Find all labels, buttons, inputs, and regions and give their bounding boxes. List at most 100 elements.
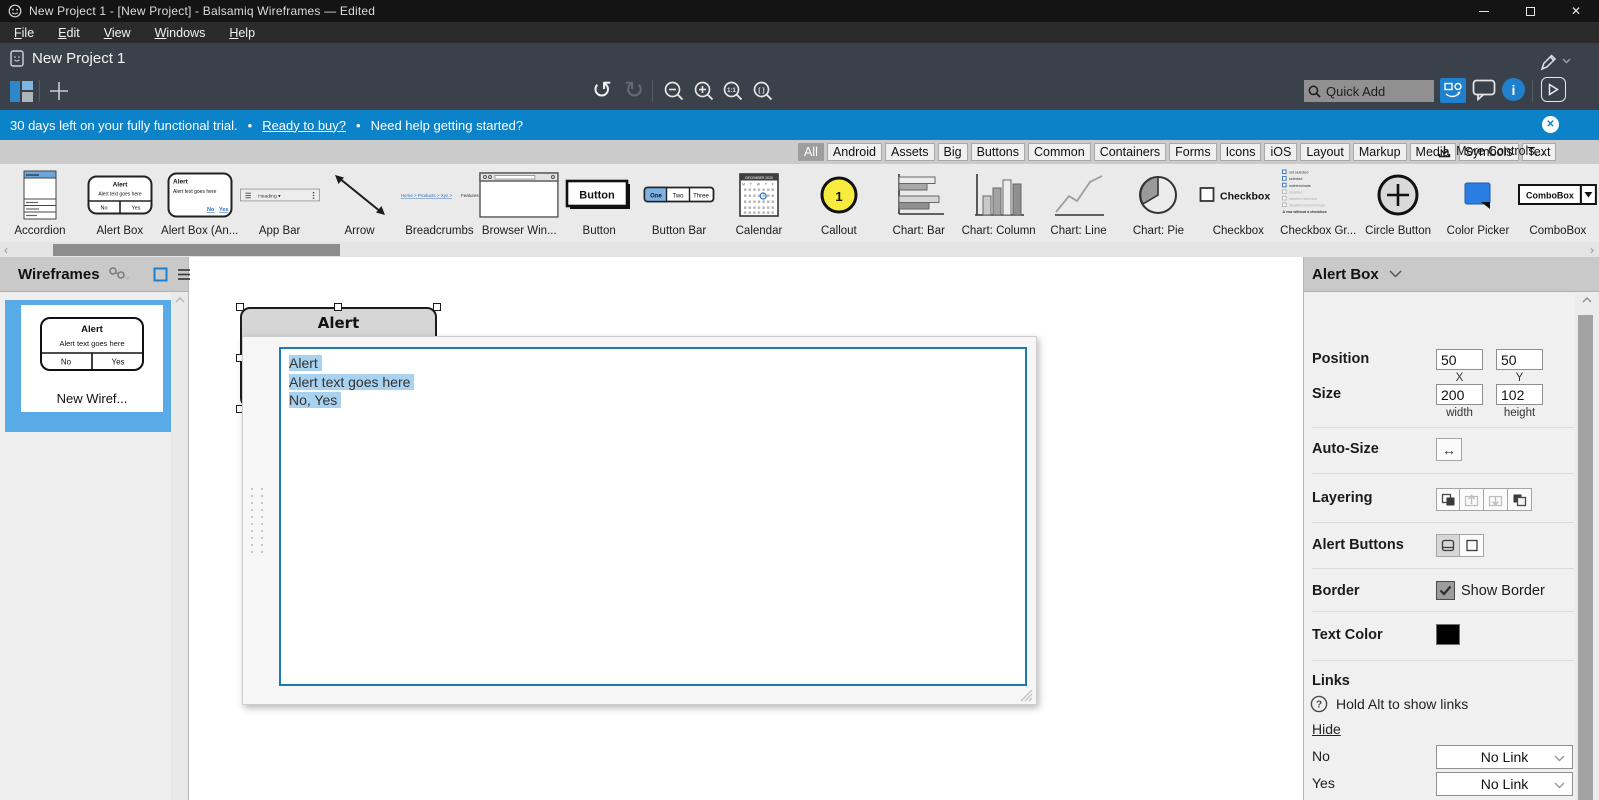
undo-button[interactable]: ↺ — [589, 78, 615, 104]
palette-item-callout[interactable]: 1 Callout — [799, 164, 879, 242]
selection-handle-top-mid[interactable] — [334, 303, 342, 311]
zoom-in-button[interactable] — [691, 78, 717, 104]
size-width-input[interactable] — [1436, 384, 1483, 405]
palette-item-browser-window[interactable]: Browser Win... — [479, 164, 559, 242]
tab-buttons[interactable]: Buttons — [970, 143, 1025, 161]
ui-library-toggle-button[interactable] — [1440, 78, 1466, 103]
sidebar-scrollbar[interactable] — [171, 293, 188, 800]
tab-markup[interactable]: Markup — [1352, 143, 1407, 161]
bring-forward-button[interactable] — [1460, 488, 1484, 511]
send-backward-button[interactable] — [1484, 488, 1508, 511]
wireframe-thumbnail-selected[interactable]: Alert Alert text goes here No Yes New Wi… — [5, 300, 171, 432]
bring-to-front-button[interactable] — [1436, 488, 1460, 511]
tab-ios[interactable]: iOS — [1264, 143, 1298, 161]
link-select-no[interactable]: No Link — [1436, 745, 1573, 769]
hide-links-link[interactable]: Hide — [1312, 721, 1341, 737]
inspector-header[interactable]: Alert Box — [1304, 257, 1599, 292]
size-label: Size — [1312, 386, 1342, 402]
send-to-back-button[interactable] — [1508, 488, 1532, 511]
palette-item-button[interactable]: Button Button — [559, 164, 639, 242]
tab-containers[interactable]: Containers — [1093, 143, 1167, 161]
quick-add-input[interactable] — [1324, 82, 1424, 100]
menu-item-edit[interactable]: Edit — [46, 26, 92, 40]
zoom-actual-size-button[interactable]: 1:1 — [720, 78, 746, 104]
palette-item-circle-button[interactable]: Circle Button — [1358, 164, 1438, 242]
palette-item-color-picker[interactable]: Color Picker — [1438, 164, 1518, 242]
redo-button[interactable]: ↻ — [621, 78, 647, 104]
palette-item-alert-box[interactable]: Alert Alert text goes here No Yes Alert Box — [80, 164, 160, 242]
tab-layout[interactable]: Layout — [1300, 143, 1350, 161]
info-button[interactable]: i — [1502, 78, 1525, 101]
hierarchy-icon[interactable] — [108, 266, 130, 282]
editor-drag-handle[interactable] — [251, 488, 263, 553]
zoom-out-button[interactable] — [661, 78, 687, 104]
position-x-input[interactable] — [1436, 349, 1483, 370]
resize-grip-icon[interactable] — [1015, 687, 1033, 702]
tab-forms[interactable]: Forms — [1169, 143, 1217, 161]
palette-item-chart-bar[interactable]: Chart: Bar — [879, 164, 959, 242]
palette-item-checkbox-group[interactable]: not selected selected indeterminate disable… — [1278, 164, 1358, 242]
alert-buttons-bottom-button[interactable] — [1436, 534, 1460, 557]
menu-item-windows[interactable]: Windows — [143, 26, 218, 40]
banner-close-button[interactable]: ✕ — [1542, 116, 1559, 133]
selection-handle-top-right[interactable] — [433, 303, 441, 311]
scroll-right-icon[interactable]: › — [1590, 242, 1594, 257]
menu-item-file[interactable]: File — [2, 26, 46, 40]
inspector-scrollbar-thumb[interactable] — [1578, 315, 1593, 800]
auto-size-button[interactable]: ↔ — [1436, 438, 1462, 461]
download-icon — [1438, 145, 1451, 157]
ready-to-buy-link[interactable]: Ready to buy? — [262, 118, 346, 133]
show-border-checkbox[interactable] — [1436, 581, 1455, 600]
menu-item-view[interactable]: View — [92, 26, 143, 40]
svg-text:Alert: Alert — [112, 181, 128, 188]
svg-text:Alert: Alert — [81, 324, 103, 335]
tab-assets[interactable]: Assets — [885, 143, 935, 161]
text-editor-area[interactable]: Alert Alert text goes here No, Yes — [279, 347, 1027, 686]
menu-item-help[interactable]: Help — [217, 26, 267, 40]
alert-buttons-label: Alert Buttons — [1312, 537, 1404, 553]
inspector-scrollbar[interactable] — [1575, 293, 1599, 800]
palette-item-button-bar[interactable]: One Two Three Button Bar — [639, 164, 719, 242]
palette-item-alert-box-android[interactable]: Alert Alert text goes here No Yes Alert Box … — [160, 164, 240, 242]
text-color-swatch[interactable] — [1436, 624, 1460, 645]
tab-icons[interactable]: Icons — [1219, 143, 1262, 161]
palette-item-breadcrumbs[interactable]: Home > Products > Xyz > Features Breadcru… — [399, 164, 479, 242]
tab-common[interactable]: Common — [1027, 143, 1091, 161]
position-y-input[interactable] — [1496, 349, 1543, 370]
palette-item-label: Checkbox — [1212, 225, 1264, 237]
svg-text:Alert text goes here: Alert text goes here — [59, 339, 124, 348]
edit-mode-menu[interactable] — [1538, 51, 1571, 71]
chart-line-icon — [1039, 164, 1119, 225]
thumbnail-view-icon[interactable] — [153, 267, 168, 282]
palette-item-app-bar[interactable]: Heading ▾ App Bar — [239, 164, 320, 242]
palette-item-combobox[interactable]: ComboBox ComboBox — [1517, 164, 1598, 242]
palette-item-label: Breadcrumbs — [405, 225, 474, 237]
palette-item-accordion[interactable]: Accordion — [0, 164, 80, 242]
scroll-left-icon[interactable]: ‹ — [4, 242, 8, 257]
comments-button[interactable] — [1472, 79, 1496, 101]
panels-toggle-button[interactable] — [8, 78, 34, 104]
tab-android[interactable]: Android — [826, 143, 882, 161]
tab-all[interactable]: All — [798, 143, 824, 161]
zoom-to-fit-button[interactable]: [ ] — [750, 78, 776, 104]
more-controls-button[interactable]: More Controls... — [1438, 144, 1545, 158]
maximize-button[interactable] — [1507, 0, 1553, 22]
palette-item-chart-line[interactable]: Chart: Line — [1039, 164, 1119, 242]
canvas[interactable]: Alert Alert Alert text goes here No, Yes — [190, 257, 1303, 800]
palette-item-checkbox[interactable]: Checkbox Checkbox — [1198, 164, 1278, 242]
palette-scrollbar-thumb[interactable] — [53, 243, 340, 256]
present-button[interactable] — [1541, 77, 1566, 102]
minimize-button[interactable] — [1461, 0, 1507, 22]
palette-item-chart-column[interactable]: Chart: Column — [959, 164, 1039, 242]
tab-big[interactable]: Big — [937, 143, 968, 161]
alert-buttons-none-button[interactable] — [1460, 534, 1484, 557]
add-wireframe-button[interactable] — [46, 78, 72, 104]
close-button[interactable]: ✕ — [1553, 0, 1599, 22]
size-height-input[interactable] — [1496, 384, 1543, 405]
link-select-yes[interactable]: No Link — [1436, 772, 1573, 796]
palette-item-chart-pie[interactable]: Chart: Pie — [1118, 164, 1198, 242]
selection-handle-top-left[interactable] — [236, 303, 244, 311]
text-editor-panel: Alert Alert text goes here No, Yes — [242, 336, 1037, 705]
palette-item-arrow[interactable]: Arrow — [320, 164, 400, 242]
palette-item-calendar[interactable]: DECEMBER 2020 S M T W T F S Calendar — [719, 164, 799, 242]
